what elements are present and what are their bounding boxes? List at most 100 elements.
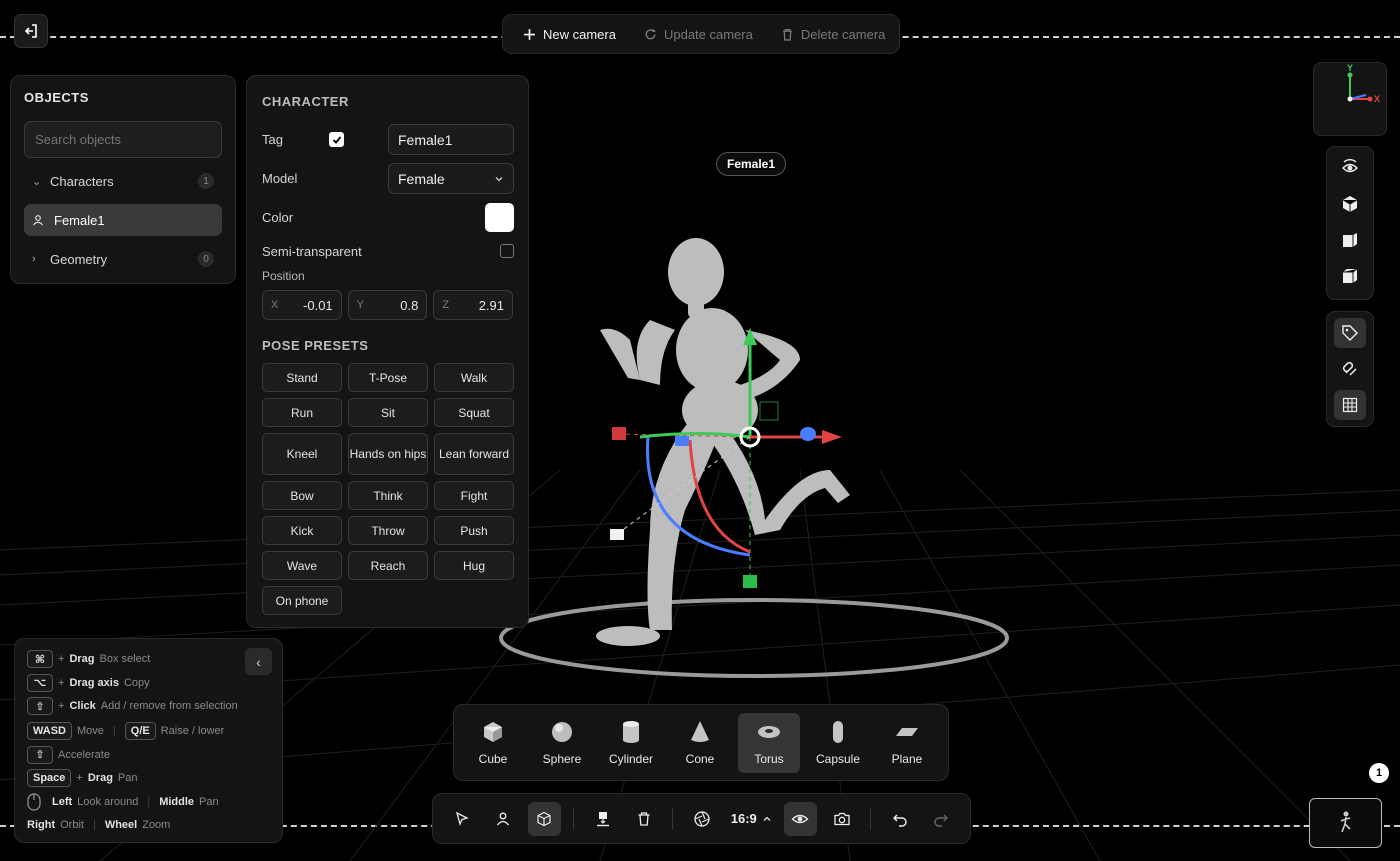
character-tool-button[interactable] [486, 802, 519, 836]
axis-label: Z [442, 299, 450, 311]
delete-camera-button[interactable]: Delete camera [781, 26, 886, 42]
bottom-toolbar: 16:9 [432, 793, 971, 844]
shortcut-action: Middle [159, 795, 195, 808]
pose-lean-forward-button[interactable]: Lean forward [434, 433, 514, 475]
add-sphere-button[interactable]: Sphere [531, 713, 593, 773]
chevron-up-icon [763, 816, 771, 821]
pose-sit-button[interactable]: Sit [348, 398, 428, 427]
orbit-eye-icon [1342, 159, 1358, 173]
cursor-icon [455, 811, 469, 826]
orbit-view-button[interactable] [1334, 153, 1366, 183]
update-camera-button[interactable]: Update camera [644, 27, 753, 42]
view-side-button[interactable] [1334, 225, 1366, 255]
tree-item-female1[interactable]: Female1 [24, 204, 222, 236]
shape-label: Cube [478, 751, 508, 766]
lens-settings-button[interactable] [685, 802, 718, 836]
shortcut-action: Wheel [104, 819, 138, 831]
pose-hands-on-hips-button[interactable]: Hands on hips [348, 433, 428, 475]
search-objects-input[interactable] [24, 121, 222, 158]
orientation-gizmo[interactable]: Y X [1313, 62, 1387, 136]
pose-squat-button[interactable]: Squat [434, 398, 514, 427]
position-y-field[interactable]: Y 0.8 [347, 290, 428, 320]
shortcut-desc: Move [77, 725, 104, 737]
pose-run-button[interactable]: Run [262, 398, 342, 427]
character-tag-label[interactable]: Female1 [716, 152, 787, 176]
aspect-ratio-select[interactable]: 16:9 [727, 811, 776, 826]
shortcut-row: Left Look around | Middle Pan [27, 792, 270, 812]
collapse-shortcuts-button[interactable]: ‹ [245, 648, 272, 675]
shortcut-row: Right Orbit | Wheel Zoom [27, 815, 270, 835]
pose-tpose-button[interactable]: T-Pose [348, 363, 428, 392]
item-label: Female1 [54, 212, 105, 228]
tree-group-characters[interactable]: ⌄ Characters 1 [24, 165, 222, 197]
semi-transparent-label: Semi-transparent [262, 243, 362, 259]
pose-reach-button[interactable]: Reach [348, 551, 428, 580]
pose-think-button[interactable]: Think [348, 481, 428, 510]
shape-label: Sphere [542, 751, 582, 766]
pose-push-button[interactable]: Push [434, 516, 514, 545]
ground-ring [499, 598, 1009, 678]
delete-camera-label: Delete camera [800, 26, 886, 42]
separator: | [92, 819, 96, 831]
tag-row: Tag Female1 [262, 124, 514, 155]
undo-button[interactable] [883, 802, 916, 836]
add-plane-button[interactable]: Plane [876, 713, 938, 773]
tree-group-geometry[interactable]: › Geometry 0 [24, 243, 222, 275]
cube-side-icon [1343, 233, 1357, 247]
refresh-icon [645, 28, 656, 39]
new-camera-button[interactable]: New camera [523, 27, 616, 42]
semi-transparent-checkbox[interactable] [500, 244, 514, 258]
add-cone-button[interactable]: Cone [669, 713, 731, 773]
color-label: Color [262, 210, 294, 225]
pose-fight-button[interactable]: Fight [434, 481, 514, 510]
add-cylinder-button[interactable]: Cylinder [600, 713, 662, 773]
preview-toggle-button[interactable] [783, 801, 818, 836]
color-swatch[interactable] [485, 203, 514, 232]
chevron-left-icon: ‹ [256, 653, 261, 670]
object-tool-button[interactable] [527, 801, 561, 836]
shape-label: Cylinder [608, 751, 653, 766]
pose-walk-button[interactable]: Walk [434, 363, 514, 392]
toggle-labels-button[interactable] [1334, 318, 1366, 348]
delete-object-button[interactable] [627, 802, 660, 836]
pose-on-phone-button[interactable]: On phone [262, 586, 342, 615]
position-x-field[interactable]: X -0.01 [262, 290, 342, 320]
position-label: Position [262, 269, 305, 283]
redo-button[interactable] [925, 802, 958, 836]
position-fields: X -0.01 Y 0.8 Z 2.91 [262, 290, 514, 320]
shortcut-desc: Pan [117, 772, 138, 784]
chevron-down-icon: ⌄ [32, 175, 42, 188]
pose-bow-button[interactable]: Bow [262, 481, 342, 510]
pose-hug-button[interactable]: Hug [434, 551, 514, 580]
exit-button[interactable] [14, 14, 48, 48]
drop-to-floor-button[interactable] [586, 802, 619, 836]
tag-input[interactable]: Female1 [388, 124, 514, 155]
pose-kick-button[interactable]: Kick [262, 516, 342, 545]
pose-stand-button[interactable]: Stand [262, 363, 342, 392]
tag-checkbox[interactable] [329, 132, 344, 147]
select-tool-button[interactable] [445, 802, 478, 836]
pose-wave-button[interactable]: Wave [262, 551, 342, 580]
view-top-button[interactable] [1334, 261, 1366, 291]
add-torus-button[interactable]: Torus [738, 712, 800, 773]
shortcuts-panel: ⌘ + Drag Box select ⌥ + Drag axis Copy ⇧… [14, 638, 283, 843]
pose-kneel-button[interactable]: Kneel [262, 433, 342, 475]
tag-icon [1342, 325, 1358, 341]
toggle-grid-button[interactable] [1334, 390, 1366, 420]
capture-button[interactable] [825, 802, 858, 836]
shapes-toolbar: Cube Sphere Cylinder Cone Torus Capsule … [453, 704, 949, 781]
position-z-field[interactable]: Z 2.91 [433, 290, 514, 320]
position-y-value: 0.8 [400, 297, 419, 313]
exit-icon [24, 24, 37, 38]
shortcut-row: ⇧ Accelerate [27, 745, 270, 765]
shortcut-row: ⌘ + Drag Box select [27, 649, 270, 669]
torus-icon [758, 725, 780, 738]
camera-preview-thumbnail[interactable] [1309, 798, 1382, 848]
view-front-button[interactable] [1334, 189, 1366, 219]
notification-badge[interactable]: 1 [1369, 763, 1389, 783]
model-select[interactable]: Female [388, 163, 514, 194]
pose-throw-button[interactable]: Throw [348, 516, 428, 545]
add-capsule-button[interactable]: Capsule [807, 713, 869, 773]
toggle-snap-button[interactable] [1334, 354, 1366, 384]
add-cube-button[interactable]: Cube [462, 713, 524, 773]
